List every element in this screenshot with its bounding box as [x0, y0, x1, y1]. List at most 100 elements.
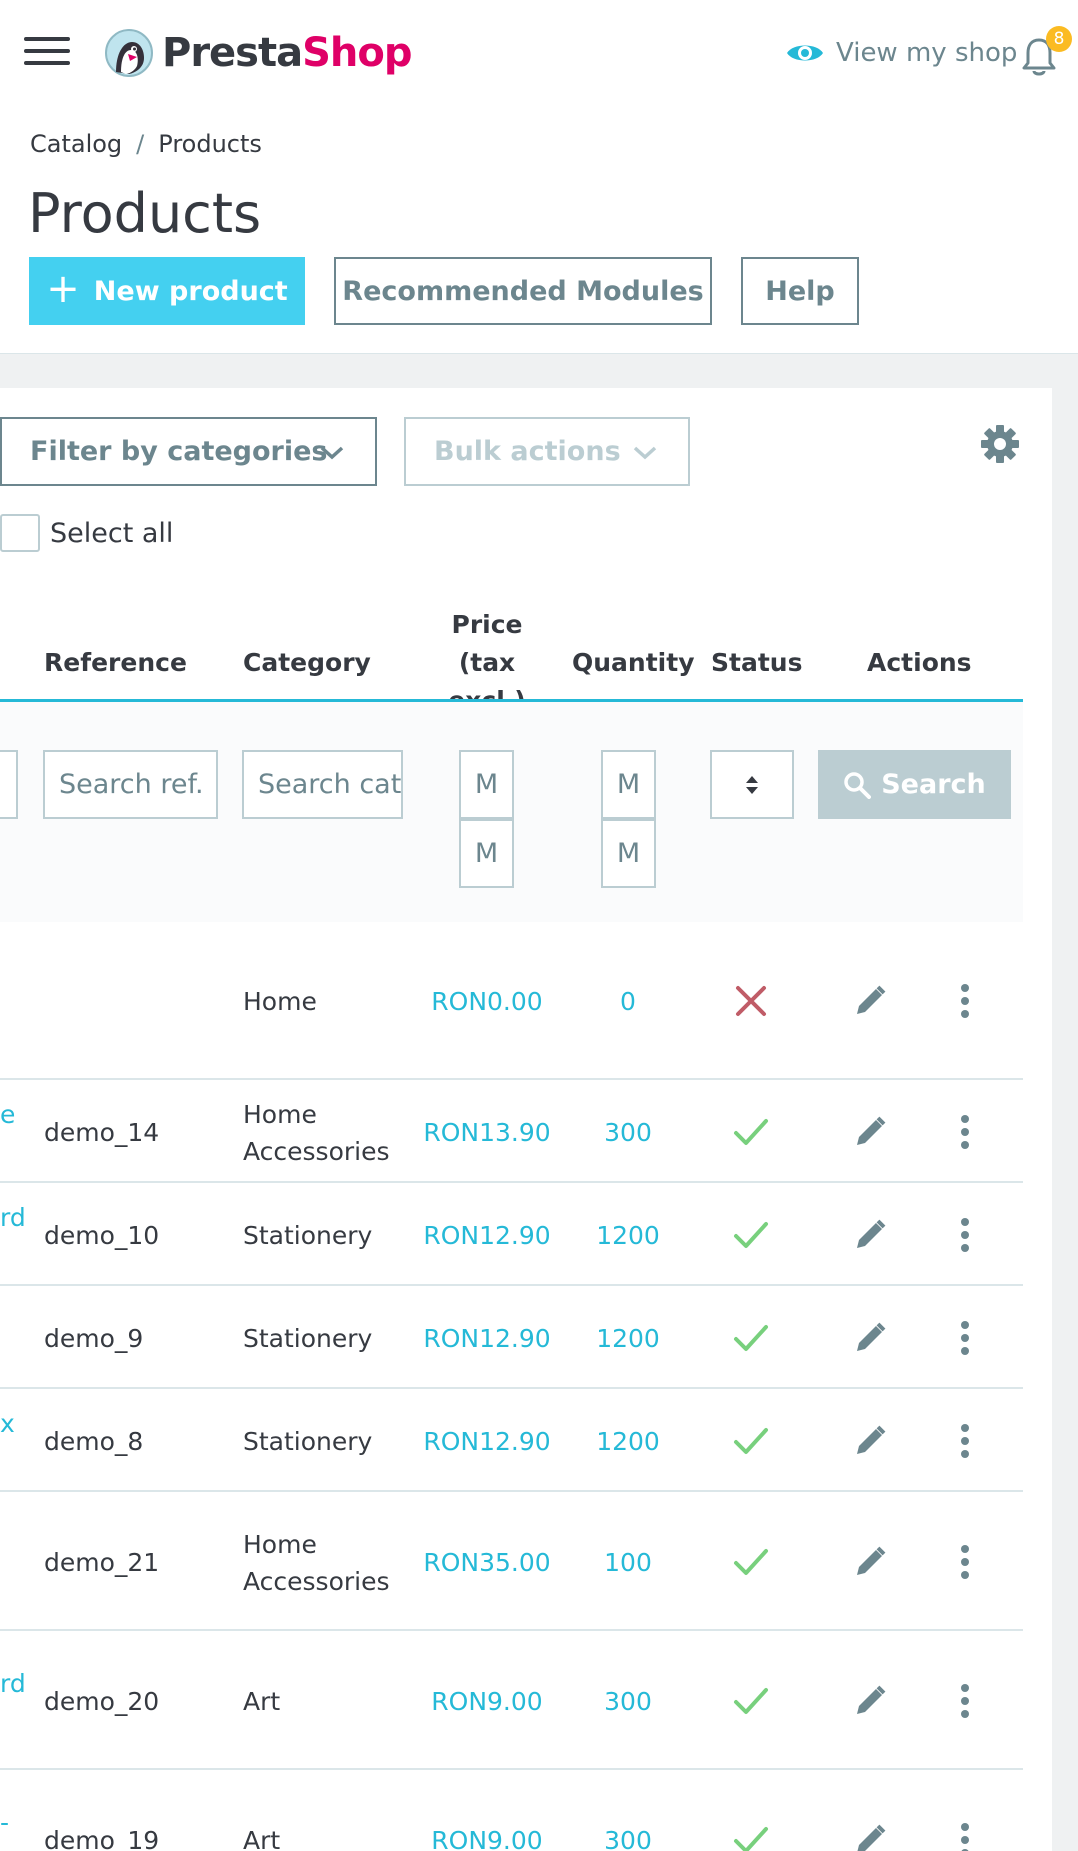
product-reference: demo_10	[44, 1221, 160, 1250]
filter-status-select[interactable]	[710, 750, 794, 819]
status-enabled-check-icon[interactable]	[733, 1114, 769, 1150]
edit-pencil-icon[interactable]	[853, 1684, 887, 1718]
table-row[interactable]: Home RON0.00 0	[0, 922, 1023, 1080]
product-category: Home	[243, 983, 317, 1020]
table-row[interactable]: e demo_14 Home Accessories RON13.90 300	[0, 1080, 1023, 1183]
filter-category-input[interactable]: Search cat	[242, 750, 403, 819]
notifications-button[interactable]: 8	[1022, 26, 1072, 76]
column-header-status[interactable]: Status	[711, 644, 802, 682]
product-quantity[interactable]: 300	[572, 1114, 684, 1151]
product-category-line: Art	[243, 1687, 281, 1716]
more-actions-icon[interactable]	[958, 1683, 972, 1719]
column-header-quantity[interactable]: Quantity	[572, 644, 695, 682]
filter-quantity-min-input[interactable]: M	[601, 750, 656, 819]
page-title: Products	[28, 182, 262, 245]
search-button[interactable]: Search	[818, 750, 1011, 819]
product-price[interactable]: RON13.90	[420, 1114, 554, 1151]
page-header: Catalog / Products Products + New produc…	[0, 106, 1078, 354]
recommended-modules-button[interactable]: Recommended Modules	[334, 257, 712, 325]
table-row[interactable]: demo_21 Home Accessories RON35.00 100	[0, 1492, 1023, 1631]
edit-pencil-icon[interactable]	[853, 984, 887, 1018]
filter-by-categories-label: Filter by categories	[30, 436, 328, 467]
edit-pencil-icon[interactable]	[853, 1115, 887, 1149]
filter-reference-input[interactable]: Search ref.	[43, 750, 218, 819]
more-actions-icon[interactable]	[958, 1423, 972, 1459]
product-name-link-partial[interactable]: e	[0, 1096, 15, 1133]
filter-price-min-input[interactable]: M	[459, 750, 514, 819]
product-price[interactable]: RON12.90	[420, 1217, 554, 1254]
product-reference: demo_19	[44, 1826, 160, 1851]
product-quantity[interactable]: 300	[572, 1822, 684, 1851]
edit-pencil-icon[interactable]	[853, 1545, 887, 1579]
product-name-link-partial[interactable]: rd	[0, 1665, 26, 1702]
status-enabled-check-icon[interactable]	[733, 1683, 769, 1719]
product-price[interactable]: RON9.00	[420, 1683, 554, 1720]
view-my-shop-link[interactable]: View my shop	[786, 34, 1017, 72]
product-reference: demo_20	[44, 1687, 160, 1716]
new-product-label: New product	[93, 275, 288, 307]
table-row[interactable]: x demo_8 Stationery RON12.90 1200	[0, 1389, 1023, 1492]
product-price[interactable]: RON9.00	[420, 1822, 554, 1851]
edit-pencil-icon[interactable]	[853, 1424, 887, 1458]
product-category-line: Stationery	[243, 1221, 373, 1250]
column-header-category[interactable]: Category	[243, 644, 371, 682]
prestashop-logo[interactable]: PrestaShop	[104, 28, 413, 78]
product-quantity[interactable]: 1200	[572, 1423, 684, 1460]
product-reference: demo_21	[44, 1548, 160, 1577]
filter-name-input-partial[interactable]	[0, 750, 18, 819]
status-disabled-x-icon[interactable]	[733, 983, 769, 1019]
table-row[interactable]: demo_9 Stationery RON12.90 1200	[0, 1286, 1023, 1389]
filter-by-categories-dropdown[interactable]: Filter by categories	[0, 417, 377, 486]
table-row[interactable]: - demo_19 Art RON9.00 300	[0, 1770, 1023, 1851]
edit-pencil-icon[interactable]	[853, 1823, 887, 1851]
view-my-shop-label: View my shop	[836, 38, 1018, 68]
product-quantity[interactable]: 100	[572, 1544, 684, 1581]
product-category: Art	[243, 1683, 280, 1720]
breadcrumb-catalog[interactable]: Catalog	[30, 130, 122, 158]
table-row[interactable]: rd demo_10 Stationery RON12.90 1200	[0, 1183, 1023, 1286]
product-category: Home Accessories	[243, 1526, 390, 1600]
product-quantity[interactable]: 1200	[572, 1320, 684, 1357]
more-actions-icon[interactable]	[958, 983, 972, 1019]
help-button[interactable]: Help	[741, 257, 859, 325]
gear-icon[interactable]	[980, 424, 1020, 464]
status-enabled-check-icon[interactable]	[733, 1544, 769, 1580]
breadcrumb: Catalog / Products	[30, 130, 262, 158]
table-row[interactable]: rd demo_20 Art RON9.00 300	[0, 1631, 1023, 1770]
bulk-actions-dropdown[interactable]: Bulk actions	[404, 417, 690, 486]
product-quantity[interactable]: 0	[572, 983, 684, 1020]
edit-pencil-icon[interactable]	[853, 1321, 887, 1355]
more-actions-icon[interactable]	[958, 1822, 972, 1851]
product-price[interactable]: RON35.00	[420, 1544, 554, 1581]
more-actions-icon[interactable]	[958, 1544, 972, 1580]
new-product-button[interactable]: + New product	[29, 257, 305, 325]
select-all: Select all	[0, 514, 173, 552]
status-enabled-check-icon[interactable]	[733, 1423, 769, 1459]
product-category: Home Accessories	[243, 1096, 390, 1170]
product-price[interactable]: RON12.90	[420, 1423, 554, 1460]
more-actions-icon[interactable]	[958, 1217, 972, 1253]
product-price[interactable]: RON0.00	[420, 983, 554, 1020]
filter-price-max-input[interactable]: M	[459, 819, 514, 888]
filter-quantity-max-input[interactable]: M	[601, 819, 656, 888]
select-all-checkbox[interactable]	[0, 514, 40, 552]
product-quantity[interactable]: 1200	[572, 1217, 684, 1254]
product-reference: demo_14	[44, 1118, 160, 1147]
product-price[interactable]: RON12.90	[420, 1320, 554, 1357]
product-category-line: Home	[243, 987, 317, 1016]
product-name-link-partial[interactable]: -	[0, 1804, 9, 1841]
status-enabled-check-icon[interactable]	[733, 1320, 769, 1356]
puffin-logo-icon	[105, 29, 153, 77]
product-name-link-partial[interactable]: rd	[0, 1199, 26, 1236]
edit-pencil-icon[interactable]	[853, 1218, 887, 1252]
column-header-reference[interactable]: Reference	[44, 644, 187, 682]
product-name-link-partial[interactable]: x	[0, 1405, 15, 1442]
more-actions-icon[interactable]	[958, 1320, 972, 1356]
status-enabled-check-icon[interactable]	[733, 1822, 769, 1851]
product-category-line: Stationery	[243, 1324, 373, 1353]
product-quantity[interactable]: 300	[572, 1683, 684, 1720]
notifications-badge: 8	[1046, 26, 1072, 52]
menu-icon[interactable]	[24, 37, 70, 69]
more-actions-icon[interactable]	[958, 1114, 972, 1150]
status-enabled-check-icon[interactable]	[733, 1217, 769, 1253]
